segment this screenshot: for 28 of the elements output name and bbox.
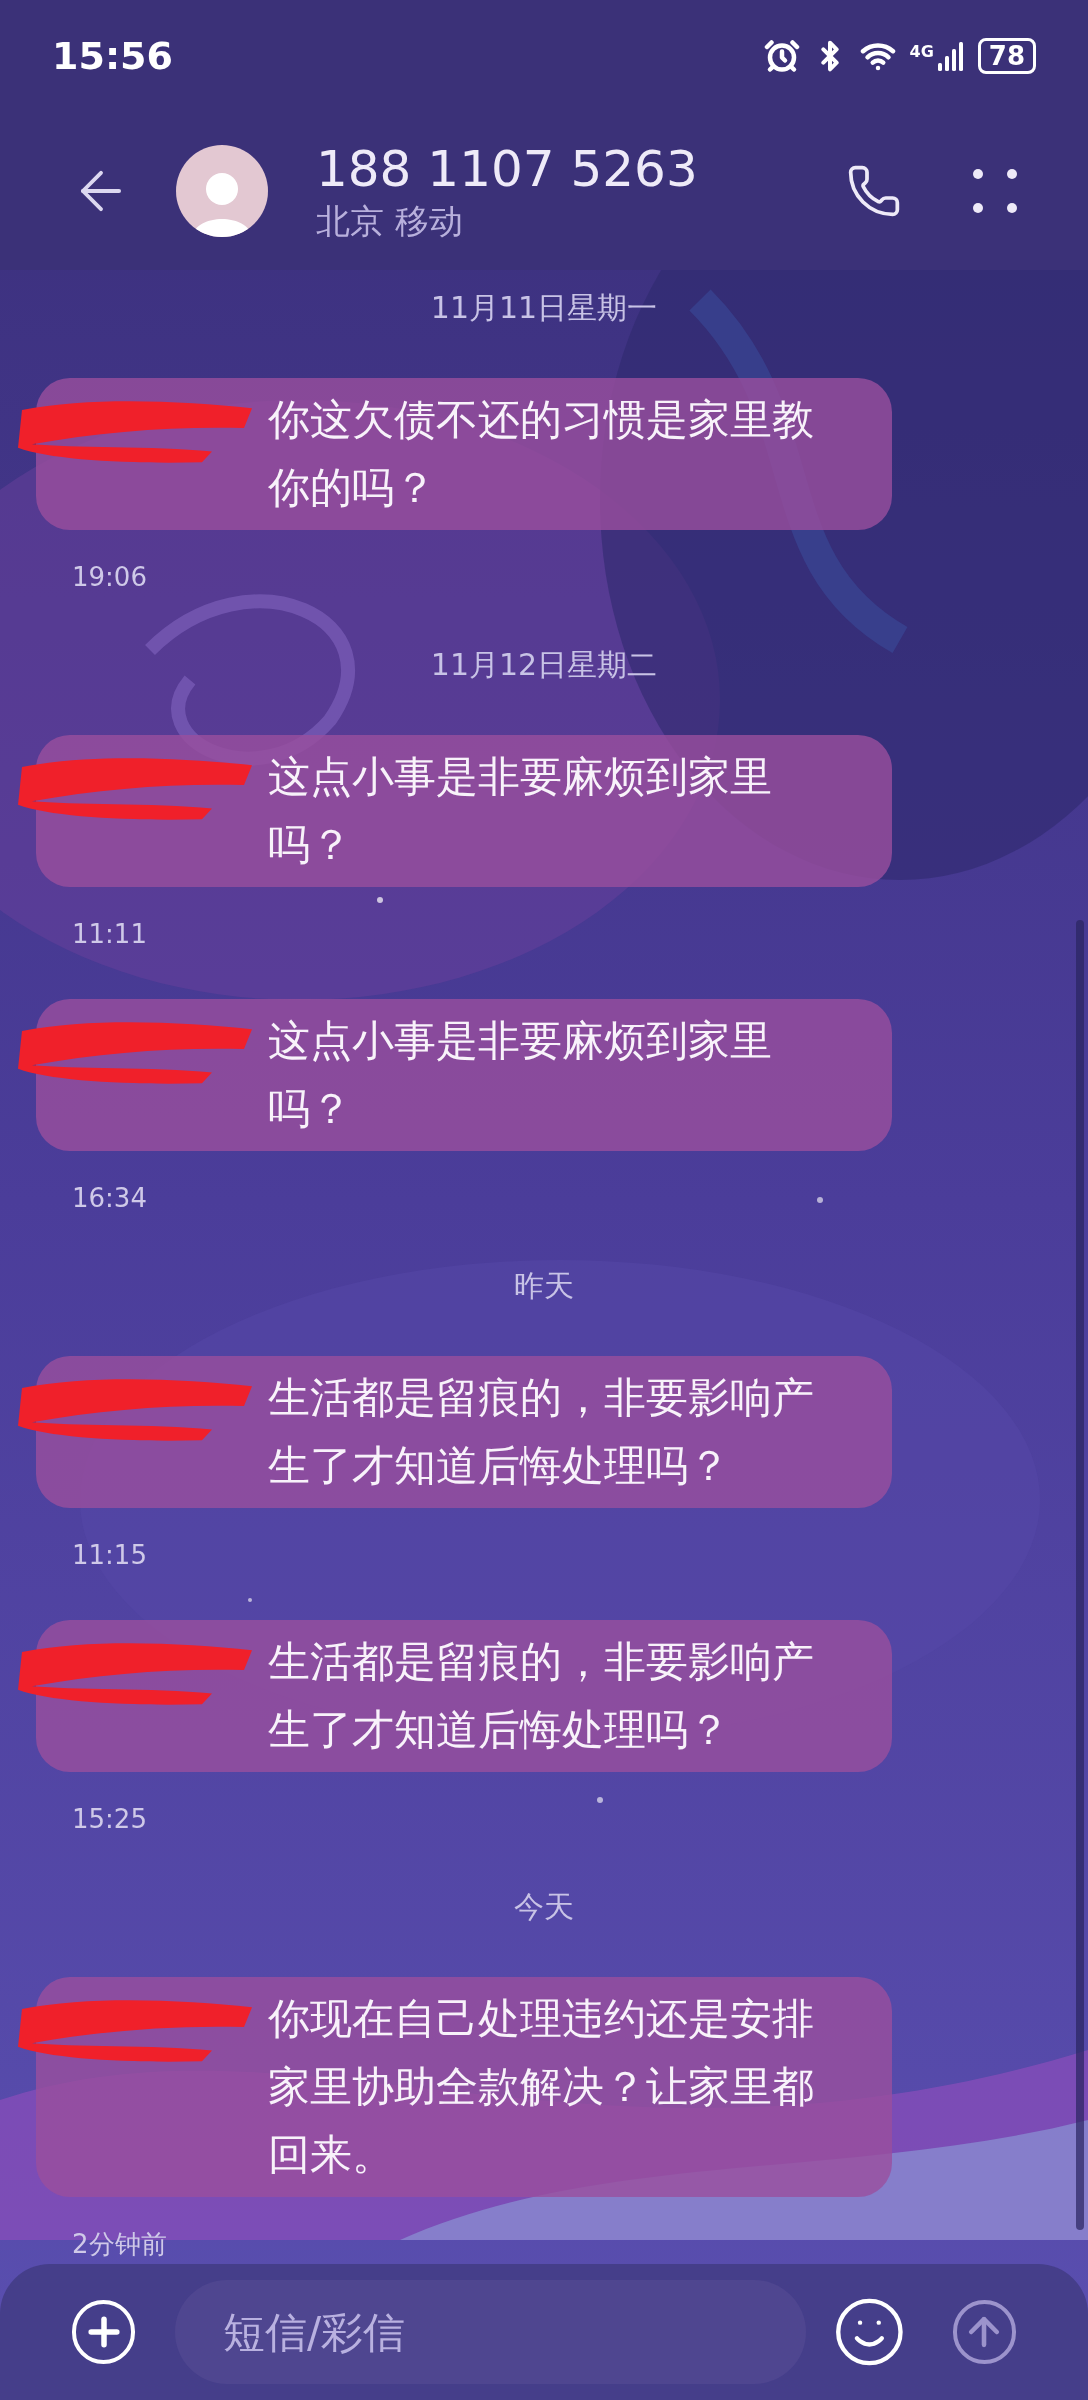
send-icon[interactable]: [952, 2300, 1016, 2364]
date-separator: 今天: [514, 1888, 574, 1926]
message-time: 11:11: [72, 918, 148, 951]
date-separator: 11月12日星期二: [430, 646, 658, 684]
message-time: 16:34: [72, 1182, 148, 1215]
message-text: 生活都是留痕的，非要影响产生了才知道后悔处理吗？: [268, 1372, 815, 1492]
message-text: 这点小事是非要麻烦到家里吗？: [268, 1015, 773, 1135]
message-text: 这点小事是非要麻烦到家里吗？: [268, 751, 773, 871]
message-field[interactable]: 短信/彩信: [175, 2280, 807, 2384]
contact-number: 188 1107 5263: [316, 139, 699, 199]
message-text: 你这欠债不还的习惯是家里教你的吗？: [268, 394, 815, 514]
contact-location: 北京 移动: [316, 200, 464, 243]
more-icon[interactable]: [972, 168, 1018, 214]
battery-level: 78: [977, 38, 1036, 74]
network-type: 4G: [909, 41, 934, 63]
clock: 15:56: [52, 32, 173, 80]
date-separator: 11月11日星期一: [430, 289, 658, 327]
alarm-icon: [763, 38, 800, 74]
message-text: 你现在自己处理违约还是安排家里协助全款解决？让家里都回来。: [268, 1993, 815, 2181]
add-icon[interactable]: [72, 2300, 136, 2364]
message-time: 2分钟前: [72, 2228, 168, 2261]
message-time: 11:15: [72, 1539, 148, 1572]
date-separator: 昨天: [514, 1267, 574, 1305]
message-time: 15:25: [72, 1803, 148, 1836]
call-icon[interactable]: [846, 163, 902, 219]
message-time: 19:06: [72, 561, 148, 594]
signal-icon: [937, 41, 964, 71]
message-text: 生活都是留痕的，非要影响产生了才知道后悔处理吗？: [268, 1636, 815, 1756]
